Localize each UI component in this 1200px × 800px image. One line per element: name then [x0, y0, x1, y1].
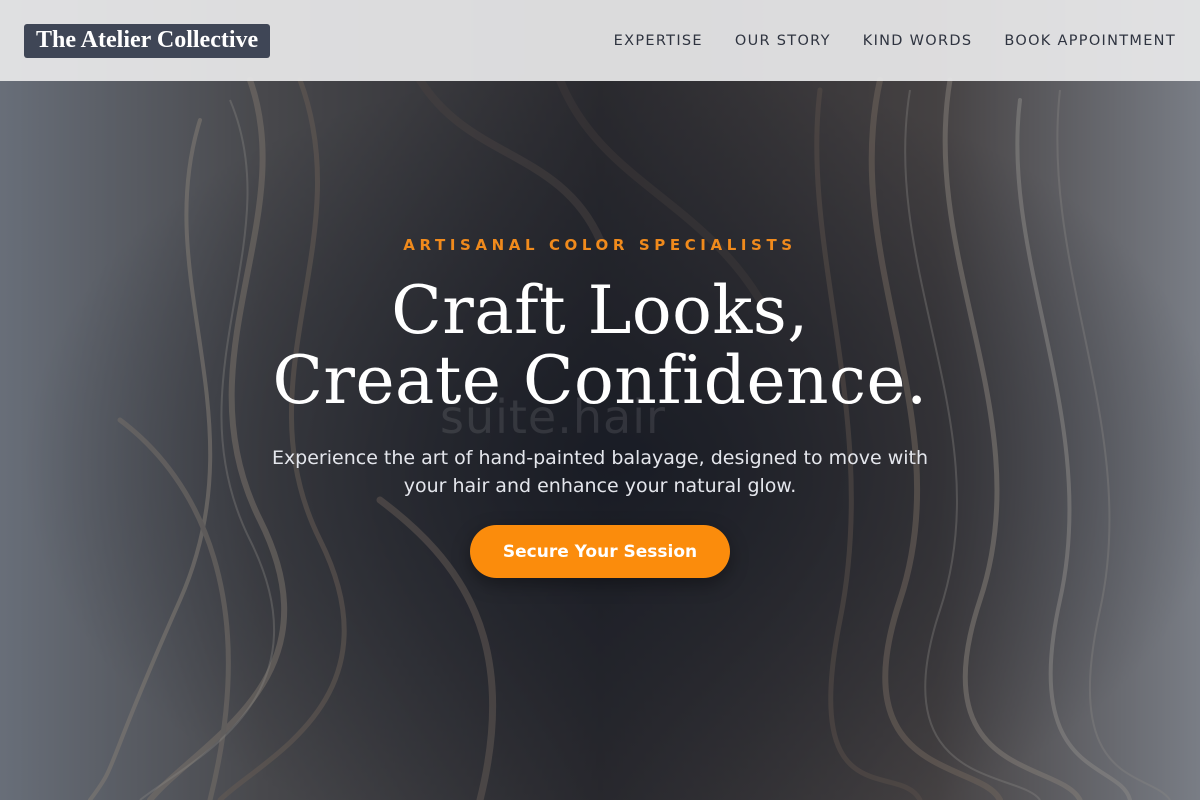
hero-headline-line-2: Create Confidence. [272, 342, 928, 419]
nav-link-expertise[interactable]: EXPERTISE [614, 33, 703, 49]
nav-link-book-appointment[interactable]: BOOK APPOINTMENT [1004, 33, 1176, 49]
secure-session-button[interactable]: Secure Your Session [470, 525, 730, 578]
hero-subtext: Experience the art of hand-painted balay… [0, 444, 1200, 500]
hero-headline: Craft Looks, Create Confidence. [0, 276, 1200, 416]
hero-headline-line-1: Craft Looks, [391, 272, 809, 349]
hero-eyebrow: ARTISANAL COLOR SPECIALISTS [403, 236, 797, 254]
brand-logo[interactable]: The Atelier Collective [24, 23, 271, 58]
hero-subtext-line-2: your hair and enhance your natural glow. [403, 475, 797, 497]
nav-link-kind-words[interactable]: KIND WORDS [863, 33, 973, 49]
site-header: The Atelier Collective EXPERTISE OUR STO… [0, 0, 1200, 81]
landing-page: The Atelier Collective EXPERTISE OUR STO… [0, 0, 1200, 800]
nav-link-our-story[interactable]: OUR STORY [735, 33, 831, 49]
hero-subtext-line-1: Experience the art of hand-painted balay… [271, 447, 929, 469]
main-navigation: EXPERTISE OUR STORY KIND WORDS BOOK APPO… [614, 33, 1176, 49]
